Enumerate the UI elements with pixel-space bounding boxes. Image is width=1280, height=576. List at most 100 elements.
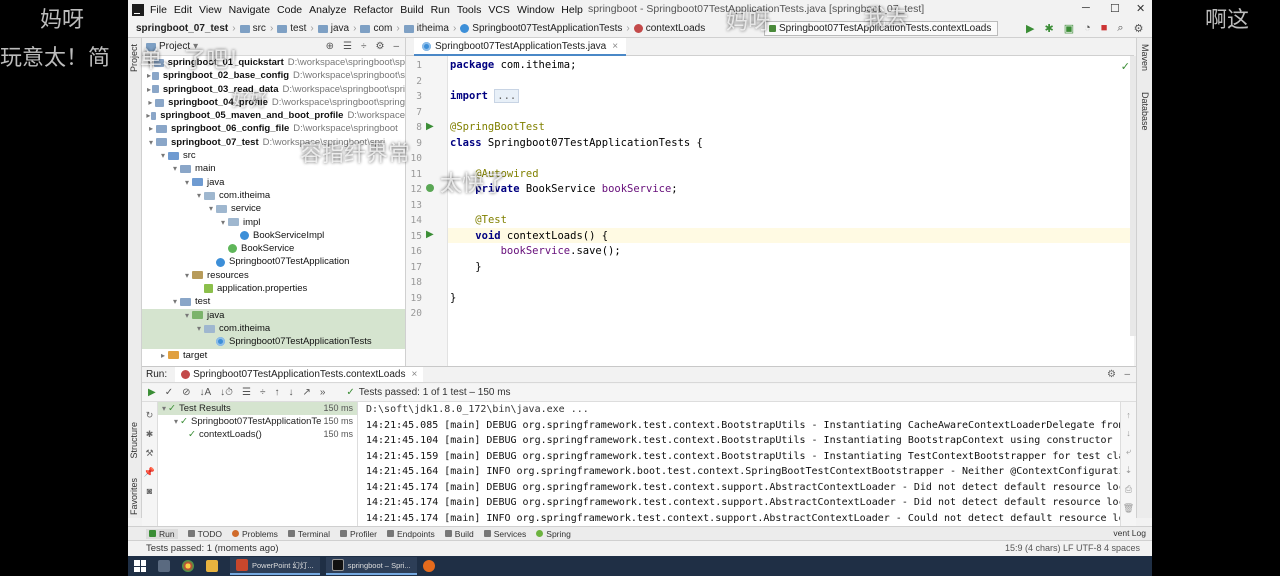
expand-arrow-icon[interactable]: ▾ [170,162,180,175]
trash-icon[interactable]: 🗑 [1121,503,1136,514]
pin-icon[interactable]: 📌 [142,467,157,478]
tool-window-run[interactable]: Run [146,528,178,539]
breadcrumb-item[interactable]: contextLoads [633,23,705,34]
project-tree-item[interactable]: ▸ springboot_01_quickstart D:\workspace\sp… [142,56,405,69]
search-everywhere-icon[interactable]: ⌕ [1117,22,1123,35]
project-side-tab[interactable]: Project [129,44,139,72]
task-view-icon[interactable] [158,560,170,572]
project-tree-item[interactable]: ▾ src [142,149,405,162]
expand-arrow-icon[interactable]: ▾ [146,136,156,149]
project-tree-item[interactable]: application.properties [142,282,405,295]
code-line[interactable]: } [450,261,481,273]
menu-file[interactable]: File [150,4,167,16]
code-line[interactable]: private BookService bookService; [450,183,677,195]
collapse-all-icon[interactable]: ÷ [361,41,367,52]
menu-tools[interactable]: Tools [457,4,482,16]
scroll-down-icon[interactable]: ↓ [1121,428,1136,438]
expand-arrow-icon[interactable]: ▸ [146,56,154,69]
breadcrumb-item[interactable]: src [239,23,266,34]
taskbar-powerpoint[interactable]: PowerPoint 幻灯... [230,557,320,575]
tool-window-terminal[interactable]: Terminal [287,529,330,539]
project-tree-item[interactable]: BookServiceImpl [142,229,405,242]
chevron-down-icon[interactable]: ▾ [193,41,198,52]
code-editor[interactable] [448,56,1134,366]
sort-alpha-icon[interactable]: ↓A [199,387,211,398]
breadcrumb-item[interactable]: com [360,23,392,34]
project-tree-item[interactable]: ▾ resources [142,269,405,282]
expand-arrow-icon[interactable]: ▾ [182,269,192,282]
chrome-icon[interactable] [182,560,194,572]
wrench-icon[interactable]: ⚒ [142,448,157,459]
rerun-icon[interactable]: ▶ [148,387,156,398]
project-tree-item[interactable]: ▸ springboot_03_read_data D:\workspace\spr… [142,83,405,96]
editor-scrollbar[interactable] [1130,56,1136,336]
firefox-icon[interactable] [422,560,435,572]
structure-side-tab[interactable]: Structure [129,422,139,459]
expand-arrow-icon[interactable]: ▾ [206,202,216,215]
settings-icon[interactable]: ⚙ [1134,22,1144,35]
expand-arrow-icon[interactable]: ▾ [194,322,204,335]
project-tree-item[interactable]: Springboot07TestApplication [142,255,405,268]
show-passed-icon[interactable]: ✓ [165,387,173,398]
test-result-item[interactable]: ✓ contextLoads() 150 ms [158,428,357,441]
tool-window-spring[interactable]: Spring [536,529,571,539]
scroll-up-icon[interactable]: ↑ [1121,410,1136,420]
project-title[interactable]: Project [159,41,190,52]
tool-window-endpoints[interactable]: Endpoints [386,529,435,539]
expand-arrow-icon[interactable]: ▾ [194,189,204,202]
code-line[interactable]: } [450,292,456,304]
next-test-icon[interactable]: ↓ [288,387,293,398]
sort-duration-icon[interactable]: ↓⏱ [220,387,233,398]
project-tree-item[interactable]: ▾ com.itheima [142,321,405,336]
run-icon[interactable]: ▶ [1026,22,1034,35]
code-line[interactable]: import ... [450,89,520,103]
maximize-button[interactable]: ☐ [1110,2,1120,15]
expand-arrow-icon[interactable]: ▾ [170,295,180,308]
run-console[interactable]: D:\soft\jdk1.8.0_172\bin\java.exe ... 14:… [358,402,1120,526]
run-test-gutter-icon[interactable]: ▶ [426,229,434,240]
project-tree-item[interactable]: ▾ springboot_07_test D:\workspace\springbo… [142,136,405,149]
menu-analyze[interactable]: Analyze [309,4,346,16]
project-tree-item[interactable]: ▾ java [142,176,405,189]
code-line[interactable]: package com.itheima; [450,59,576,71]
expand-arrow-icon[interactable]: ▾ [218,216,228,229]
hide-icon[interactable]: – [393,41,399,52]
project-tree-item[interactable]: Springboot07TestApplicationTests [142,335,405,349]
expand-all-icon[interactable]: ☰ [343,41,352,52]
expand-arrow-icon[interactable]: ▾ [174,417,178,426]
code-line[interactable]: @Test [450,214,507,226]
maven-side-tab[interactable]: Maven [1140,44,1150,71]
menu-navigate[interactable]: Navigate [229,4,270,16]
coverage-icon[interactable]: ▣ [1064,22,1074,35]
expand-tests-icon[interactable]: ☰ [242,387,251,398]
tool-window-profiler[interactable]: Profiler [340,529,377,539]
expand-arrow-icon[interactable]: ▸ [158,349,168,362]
gear-icon[interactable]: ⚙ [375,41,384,52]
tool-window-problems[interactable]: Problems [232,529,278,539]
project-tree-item[interactable]: ▸ springboot_02_base_config D:\workspace\s… [142,69,405,82]
menu-vcs[interactable]: VCS [488,4,510,16]
more-icon[interactable]: » [320,387,326,398]
expand-arrow-icon[interactable]: ▸ [146,122,156,135]
expand-arrow-icon[interactable]: ▾ [158,149,168,162]
expand-arrow-icon[interactable]: ▾ [182,309,192,322]
close-run-tab-icon[interactable]: × [411,369,417,380]
editor-tab[interactable]: Springboot07TestApplicationTests.java × [414,38,627,56]
database-side-tab[interactable]: Database [1140,92,1150,131]
camera-icon[interactable]: ◙ [142,486,157,496]
expand-arrow-icon[interactable]: ▾ [162,404,166,413]
menu-build[interactable]: Build [400,4,423,16]
menu-edit[interactable]: Edit [174,4,192,16]
menu-code[interactable]: Code [277,4,302,16]
hide-run-icon[interactable]: – [1124,369,1130,380]
code-line[interactable]: void contextLoads() { [450,230,608,242]
close-tab-icon[interactable]: × [612,41,618,52]
prev-test-icon[interactable]: ↑ [274,387,279,398]
windows-start-icon[interactable] [134,560,146,572]
project-tree-item[interactable]: ▸ springboot_04_profile D:\workspace\sprin… [142,96,405,109]
code-line[interactable]: @Autowired [450,168,538,180]
code-line[interactable]: bookService.save(); [450,245,621,257]
project-tree-item[interactable]: ▾ main [142,162,405,175]
locate-icon[interactable]: ⊕ [326,41,334,52]
code-line[interactable]: @SpringBootTest [450,121,545,133]
